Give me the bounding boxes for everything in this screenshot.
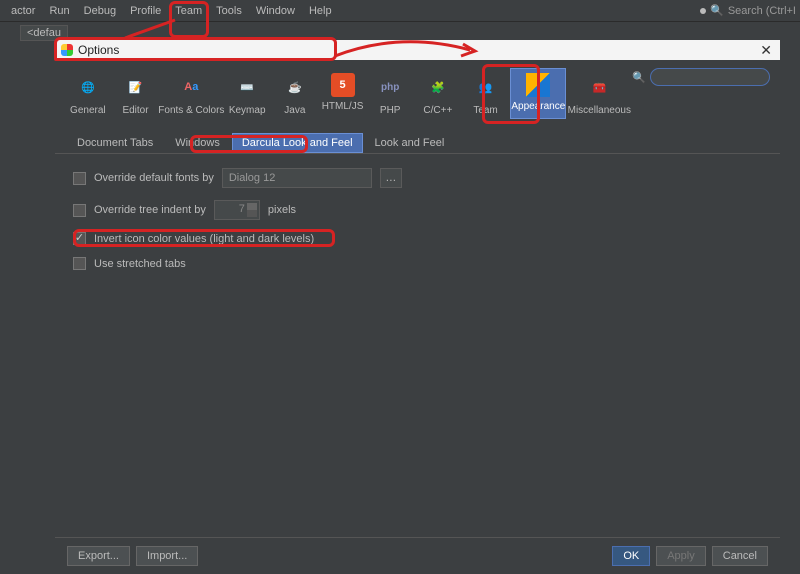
close-icon[interactable]: ✕ — [758, 42, 774, 59]
options-body: Override default fonts by … Override tre… — [55, 154, 780, 537]
tab-look-and-feel[interactable]: Look and Feel — [365, 133, 455, 153]
override-indent-label: Override tree indent by — [94, 204, 206, 216]
global-search[interactable]: 🔍 Search (Ctrl+I — [700, 4, 796, 17]
tab-document-tabs[interactable]: Document Tabs — [67, 133, 163, 153]
config-combo[interactable]: <defau — [20, 25, 68, 41]
override-fonts-checkbox[interactable] — [73, 172, 86, 185]
tab-darcula-look-and-feel[interactable]: Darcula Look and Feel — [232, 133, 363, 153]
menu-help[interactable]: Help — [302, 3, 339, 19]
editor-icon: 📝 — [122, 73, 150, 101]
cancel-button[interactable]: Cancel — [712, 546, 768, 566]
dialog-titlebar: Options ✕ — [55, 40, 780, 60]
category-team[interactable]: 👥 Team — [463, 68, 509, 123]
category-editor[interactable]: 📝 Editor — [113, 68, 159, 123]
override-indent-checkbox[interactable] — [73, 204, 86, 217]
indent-unit-label: pixels — [268, 204, 296, 216]
category-fonts-colors[interactable]: Aa Fonts & Colors — [160, 68, 222, 123]
search-icon: 🔍 — [632, 71, 646, 84]
menu-debug[interactable]: Debug — [77, 3, 123, 19]
category-ccpp[interactable]: 🧩 C/C++ — [415, 68, 461, 123]
options-search: 🔍 — [632, 68, 770, 86]
misc-icon: 🧰 — [585, 73, 613, 101]
menu-refactor[interactable]: actor — [4, 3, 42, 19]
appearance-tabs: Document Tabs Windows Darcula Look and F… — [55, 127, 780, 154]
stretched-tabs-checkbox[interactable] — [73, 257, 86, 270]
category-general[interactable]: 🌐 General — [65, 68, 111, 123]
php-icon: php — [376, 73, 404, 101]
options-category-strip: 🌐 General 📝 Editor Aa Fonts & Colors ⌨️ … — [55, 60, 780, 127]
invert-icon-checkbox[interactable] — [73, 232, 86, 245]
ok-button[interactable]: OK — [612, 546, 650, 566]
category-htmljs[interactable]: 5 HTML/JS — [320, 68, 366, 119]
category-php[interactable]: php PHP — [367, 68, 413, 123]
apply-button[interactable]: Apply — [656, 546, 706, 566]
globe-icon: 🌐 — [74, 73, 102, 101]
fonts-icon: Aa — [177, 73, 205, 101]
options-dialog: Options ✕ 🌐 General 📝 Editor Aa Fonts & … — [55, 40, 780, 574]
cpp-icon: 🧩 — [424, 73, 452, 101]
tab-windows[interactable]: Windows — [165, 133, 230, 153]
notification-dot-icon — [700, 8, 706, 14]
menu-window[interactable]: Window — [249, 3, 302, 19]
category-keymap[interactable]: ⌨️ Keymap — [224, 68, 270, 123]
java-icon: ☕ — [281, 73, 309, 101]
dialog-footer: Export... Import... OK Apply Cancel — [55, 537, 780, 574]
import-button[interactable]: Import... — [136, 546, 198, 566]
indent-spinner[interactable]: 7 — [214, 200, 260, 220]
export-button[interactable]: Export... — [67, 546, 130, 566]
stretched-tabs-label: Use stretched tabs — [94, 258, 186, 270]
category-appearance[interactable]: Appearance — [510, 68, 566, 119]
invert-icon-label: Invert icon color values (light and dark… — [94, 233, 314, 245]
override-fonts-label: Override default fonts by — [94, 172, 214, 184]
main-menubar: actor Run Debug Profile Team Tools Windo… — [0, 0, 800, 22]
team-icon: 👥 — [472, 73, 500, 101]
menu-tools[interactable]: Tools — [209, 3, 249, 19]
font-browse-button[interactable]: … — [380, 168, 402, 188]
options-search-input[interactable] — [650, 68, 770, 86]
search-placeholder: Search (Ctrl+I — [728, 5, 796, 17]
search-icon: 🔍 — [710, 4, 724, 17]
netbeans-logo-icon — [61, 44, 73, 56]
appearance-icon — [526, 73, 550, 97]
keyboard-icon: ⌨️ — [233, 73, 261, 101]
menu-run[interactable]: Run — [42, 3, 76, 19]
category-miscellaneous[interactable]: 🧰 Miscellaneous — [568, 68, 630, 123]
font-field[interactable] — [222, 168, 372, 188]
dialog-title-label: Options — [78, 43, 119, 57]
category-java[interactable]: ☕ Java — [272, 68, 318, 123]
html5-icon: 5 — [331, 73, 355, 97]
menu-profile[interactable]: Profile — [123, 3, 168, 19]
menu-team[interactable]: Team — [168, 3, 209, 19]
